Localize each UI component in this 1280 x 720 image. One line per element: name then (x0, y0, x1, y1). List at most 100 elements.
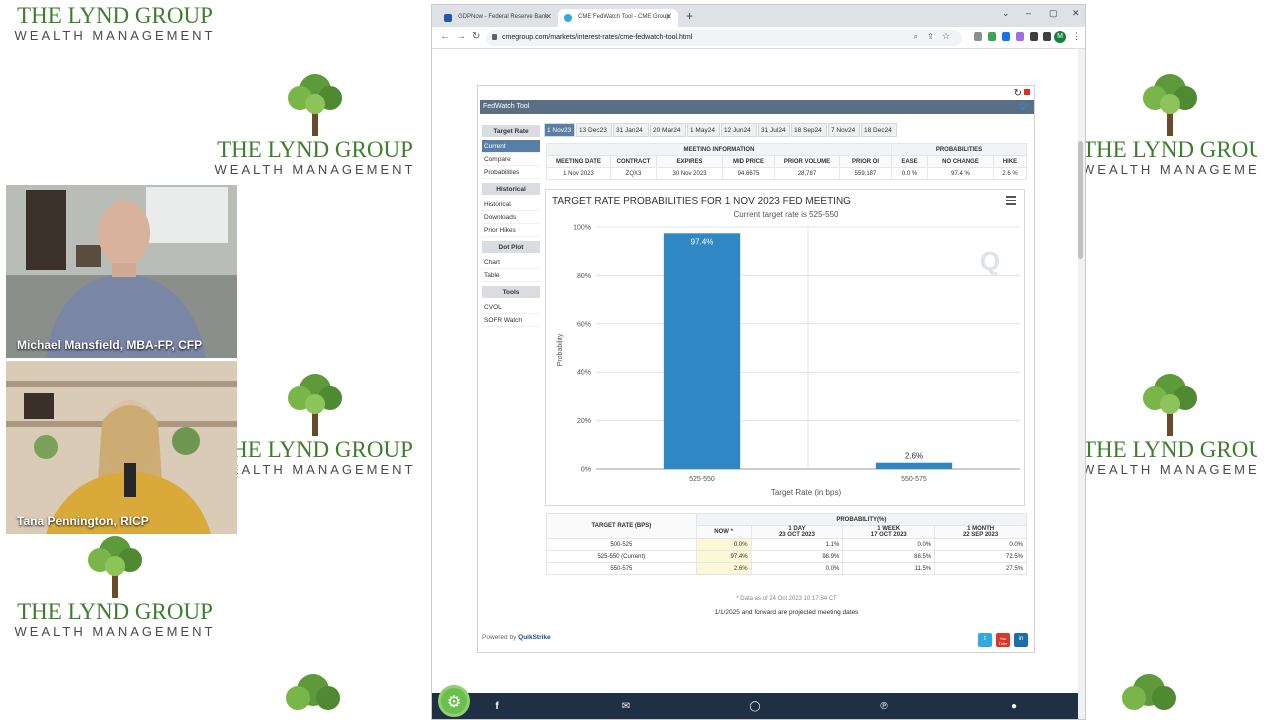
sidebar-item-compare[interactable]: Compare (482, 153, 540, 166)
close-icon[interactable]: ✕ (665, 12, 672, 21)
browser-tab-fedwatch[interactable]: CME FedWatch Tool - CME Group ✕ (558, 9, 678, 27)
share-bar: f ✉ ◯ ℗ ● (432, 693, 1078, 719)
sidebar-heading-dot-plot: Dot Plot (482, 241, 540, 253)
quikstrike-link[interactable]: QuikStrike (518, 634, 551, 641)
close-icon[interactable]: ✕ (545, 12, 552, 21)
sidebar-icon[interactable] (1043, 32, 1051, 41)
col-1month-header: 1 MONTH 22 SEP 2023 (934, 525, 1027, 539)
target-rate-header: TARGET RATE (BPS) (546, 513, 697, 539)
bar[interactable] (875, 462, 953, 469)
extension-icon[interactable] (988, 32, 996, 41)
sidebar-item-downloads[interactable]: Downloads (482, 211, 540, 224)
refresh-icon[interactable]: ↻ (1014, 88, 1022, 99)
twitter-icon[interactable]: 🐦︎ (1019, 102, 1029, 111)
star-icon[interactable]: ☆ (942, 31, 950, 42)
sidebar-item-prior-hikes[interactable]: Prior Hikes (482, 224, 540, 237)
favicon-icon (444, 14, 452, 22)
fedwatch-widget: ↻ FedWatch Tool 🐦︎ Target Rate Current C… (477, 85, 1035, 653)
meeting-tab[interactable]: 18 Dec24 (861, 123, 897, 137)
meeting-tab[interactable]: 12 Jun24 (721, 123, 757, 137)
address-bar[interactable]: cmegroup.com/markets/interest-rates/cme-… (486, 30, 962, 46)
sidebar-heading-historical: Historical (482, 183, 540, 195)
extension-icon[interactable] (974, 32, 982, 41)
kebab-menu-icon[interactable]: ⋮ (1072, 31, 1081, 42)
meeting-tab[interactable]: 7 Nov24 (828, 123, 860, 137)
extension-icon[interactable] (1016, 32, 1024, 41)
favicon-icon (564, 14, 572, 22)
probability-heading: PROBABILITY(%) (695, 513, 1028, 526)
sidebar-item-table[interactable]: Table (482, 269, 540, 282)
brand-tagline: WEALTH MANAGEMENT (14, 624, 216, 639)
x-axis-label: Target Rate (in bps) (771, 488, 842, 497)
sidebar-heading-target-rate: Target Rate (482, 125, 540, 137)
table-cell: 2.6 % (993, 167, 1027, 180)
sidebar-item-probabilities[interactable]: Probabilities (482, 166, 540, 179)
sidebar-item-sofr-watch[interactable]: SOFR Watch (482, 314, 540, 327)
close-window-icon[interactable]: ✕ (1072, 8, 1080, 19)
new-tab-icon[interactable]: + (686, 9, 693, 23)
forward-icon[interactable]: → (456, 31, 466, 42)
minimize-icon[interactable]: – (1026, 8, 1031, 18)
meeting-tab[interactable]: 1 Nov23 (544, 123, 575, 137)
data-label: 2.6% (905, 452, 923, 461)
brand-name: THE LYND GROUP (17, 599, 213, 624)
bar[interactable] (663, 233, 741, 469)
maximize-icon[interactable]: ▢ (1049, 8, 1058, 19)
youtube-icon[interactable]: You Tube (996, 633, 1010, 647)
table-header: HIKE (993, 155, 1027, 168)
meeting-tab[interactable]: 13 Dec23 (576, 123, 612, 137)
table-header: NO CHANGE (927, 155, 994, 168)
x-tick-label: 550-575 (901, 476, 927, 483)
brand-logo-right: THE LYND GROUP WEALTH MANAGEMENT (1082, 68, 1257, 177)
meeting-tab[interactable]: 1 May24 (687, 123, 720, 137)
chart-title: TARGET RATE PROBABILITIES FOR 1 NOV 2023… (552, 196, 851, 207)
profile-avatar[interactable]: M (1054, 31, 1066, 43)
video-tile-host[interactable]: Michael Mansfield, MBA-FP, CFP (6, 185, 237, 358)
table-row: 500-525 0.0% 1.1% 0.0% 0.0% (546, 538, 1027, 551)
sidebar-item-cvol[interactable]: CVOL (482, 301, 540, 314)
puzzle-icon[interactable] (1030, 32, 1038, 41)
back-icon[interactable]: ← (440, 31, 450, 42)
browser-tab-gdpnow[interactable]: GDPNow - Federal Reserve Bank ✕ (438, 9, 558, 27)
header-line: 23 OCT 2023 (778, 532, 815, 538)
email-icon[interactable]: ✉ (619, 701, 633, 713)
table-header: EASE (891, 155, 928, 168)
brand-tagline: WEALTH MANAGEMENT (1082, 462, 1257, 477)
col-now-header: NOW * (695, 525, 752, 539)
meeting-tab[interactable]: 18 Sep24 (791, 123, 827, 137)
video-tile-guest[interactable]: Tana Pennington, RICP (6, 361, 237, 534)
meeting-tab[interactable]: 31 Jan24 (613, 123, 649, 137)
pinterest-icon[interactable]: ℗ (877, 701, 891, 713)
share-icon[interactable]: ⇪ (927, 32, 934, 41)
table-cell: 30 Nov 2023 (656, 167, 723, 180)
table-header: EXPIRES (656, 155, 723, 168)
chevron-down-icon[interactable]: ⌄ (1002, 8, 1010, 19)
meeting-tab[interactable]: 31 Jul24 (758, 123, 790, 137)
scroll-thumb[interactable] (1078, 141, 1083, 259)
browser-window: GDPNow - Federal Reserve Bank ✕ CME FedW… (431, 4, 1086, 720)
extension-icon[interactable] (1002, 32, 1010, 41)
zoom-icon[interactable]: ⌕ (914, 32, 918, 42)
table-cell: 0.0% (695, 538, 752, 551)
table-cell: 28,787 (774, 167, 840, 180)
meeting-tab[interactable]: 20 Mar24 (650, 123, 686, 137)
table-cell: 72.5% (934, 550, 1027, 563)
reload-icon[interactable]: ↻ (472, 31, 480, 42)
chart-svg: TARGET RATE PROBABILITIES FOR 1 NOV 2023… (552, 196, 1020, 497)
linkedin-icon[interactable]: in (1014, 633, 1028, 647)
accessibility-gear-icon[interactable]: ⚙ (438, 685, 470, 717)
sidebar-item-historical[interactable]: Historical (482, 198, 540, 211)
probability-chart: TARGET RATE PROBABILITIES FOR 1 NOV 2023… (545, 189, 1025, 506)
table-header: MID PRICE (722, 155, 775, 168)
sidebar-item-chart[interactable]: Chart (482, 256, 540, 269)
table-row: 525-550 (Current) 97.4% 98.9% 88.5% 72.5… (546, 550, 1027, 563)
table-cell: 94.6675 (722, 167, 775, 180)
facebook-icon[interactable]: f (490, 701, 504, 713)
sidebar-item-current[interactable]: Current (482, 140, 540, 153)
tree-icon (288, 374, 342, 436)
messenger-icon[interactable]: ● (1007, 701, 1021, 713)
whatsapp-icon[interactable]: ◯ (748, 701, 762, 713)
close-widget-icon[interactable] (1024, 89, 1030, 95)
twitter-share-icon[interactable]: t (978, 633, 992, 647)
participant-name: Michael Mansfield, MBA-FP, CFP (17, 338, 203, 352)
